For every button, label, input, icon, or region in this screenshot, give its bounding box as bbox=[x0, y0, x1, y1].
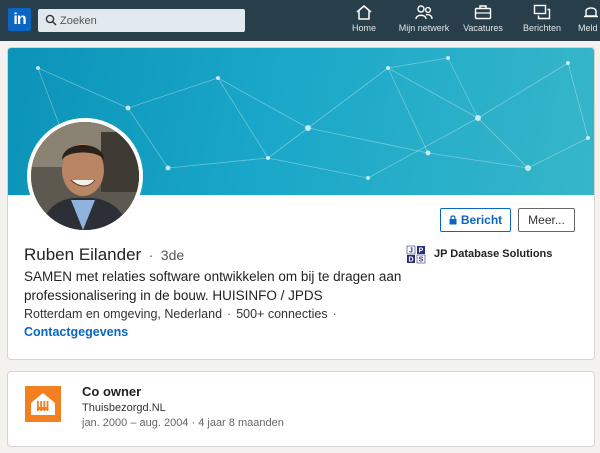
briefcase-icon bbox=[474, 5, 492, 20]
message-button[interactable]: Bericht bbox=[440, 208, 511, 232]
profile-photo[interactable] bbox=[27, 118, 143, 234]
messages-icon bbox=[533, 4, 551, 20]
nav-item-jobs[interactable]: Vacatures bbox=[460, 4, 506, 38]
more-button[interactable]: Meer... bbox=[518, 208, 575, 232]
network-icon bbox=[415, 5, 433, 20]
nav-label-my-network: Mijn netwerk bbox=[398, 23, 450, 33]
nav-item-notifications[interactable]: Meld bbox=[578, 4, 600, 38]
search-box[interactable] bbox=[38, 9, 245, 32]
nav-label-jobs: Vacatures bbox=[463, 23, 503, 33]
lock-icon bbox=[449, 215, 457, 225]
message-button-label: Bericht bbox=[460, 213, 503, 227]
experience-item: Co owner Thuisbezorgd.NL jan. 2000 – aug… bbox=[8, 372, 594, 446]
house-fork-icon bbox=[31, 393, 55, 415]
degree-separator: · bbox=[148, 247, 154, 263]
logo-letter-p: P bbox=[419, 248, 424, 255]
nav-label-notifications: Meld bbox=[578, 23, 598, 33]
current-company-name: JP Database Solutions bbox=[434, 248, 553, 260]
logo-letter-j: J bbox=[409, 248, 413, 255]
profile-name: Ruben Eilander bbox=[24, 245, 142, 264]
thuisbezorgd-logo[interactable] bbox=[25, 386, 61, 422]
experience-company: Thuisbezorgd.NL bbox=[82, 402, 166, 414]
profile-card: Bericht Meer... Ruben Eilander · 3de SAM… bbox=[8, 48, 594, 359]
experience-dates: jan. 2000 – aug. 2004 · 4 jaar 8 maanden bbox=[82, 417, 284, 429]
location-row: Rotterdam en omgeving, Nederland · 500+ co… bbox=[24, 307, 342, 321]
separator-dot: · bbox=[332, 307, 337, 321]
nav-item-home[interactable]: Home bbox=[348, 4, 380, 38]
profile-location: Rotterdam en omgeving, Nederland bbox=[24, 307, 223, 321]
home-icon bbox=[356, 5, 372, 20]
connections-count[interactable]: 500+ connecties bbox=[236, 307, 327, 321]
person-photo-graphic bbox=[31, 122, 139, 230]
bell-icon bbox=[584, 7, 598, 18]
contact-info-link[interactable]: Contactgegevens bbox=[24, 325, 128, 339]
connection-degree: 3de bbox=[160, 247, 185, 263]
linkedin-logo[interactable]: in bbox=[8, 8, 31, 31]
name-row: Ruben Eilander · 3de bbox=[24, 245, 184, 265]
experience-title[interactable]: Co owner bbox=[82, 384, 141, 399]
search-input[interactable] bbox=[60, 11, 240, 30]
logo-letter-d: D bbox=[408, 257, 413, 264]
nav-label-messages: Berichten bbox=[522, 23, 562, 33]
profile-headline: SAMEN met relaties software ontwikkelen … bbox=[24, 269, 402, 303]
separator-dot: · bbox=[227, 307, 232, 321]
logo-letter-s: S bbox=[419, 257, 424, 264]
nav-label-home: Home bbox=[351, 23, 376, 33]
search-icon bbox=[45, 14, 57, 26]
nav-item-my-network[interactable]: Mijn netwerk bbox=[394, 4, 454, 38]
jp-database-solutions-logo: J P D S bbox=[406, 245, 426, 264]
top-navigation-bar: in Home Mijn netwerk Vacatures bbox=[0, 0, 600, 41]
nav-item-messages[interactable]: Berichten bbox=[518, 4, 566, 38]
